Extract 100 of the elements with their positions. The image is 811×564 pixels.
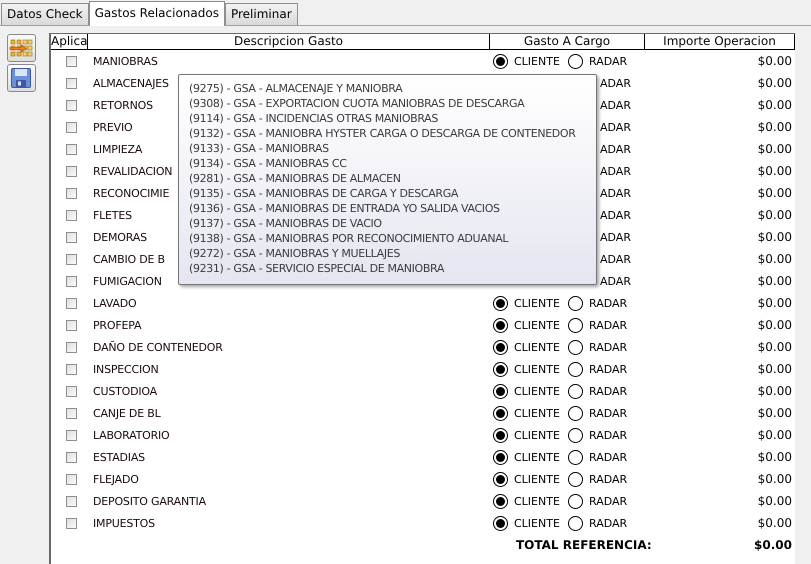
- radio-button[interactable]: [493, 54, 508, 68]
- column-header[interactable]: Aplica: [51, 34, 88, 50]
- radio-label[interactable]: CLIENTE: [514, 318, 568, 332]
- tooltip-line: (9138) - GSA - MANIOBRAS POR RECONOCIMIENTO ADUANAL: [189, 231, 508, 246]
- radio-label[interactable]: RADAR: [589, 340, 645, 354]
- checkbox[interactable]: [66, 144, 77, 154]
- checkbox[interactable]: [66, 122, 77, 132]
- table-cell: CUSTODIOA: [93, 384, 157, 398]
- checkbox[interactable]: [66, 496, 77, 506]
- tooltip-line: (9281) - GSA - MANIOBRAS DE ALMACEN: [189, 171, 401, 186]
- tab[interactable]: Gastos Relacionados: [88, 1, 225, 26]
- radio-button[interactable]: [493, 494, 508, 508]
- radio-label[interactable]: RADAR: [589, 428, 645, 442]
- radio-button[interactable]: [493, 340, 508, 354]
- radio-button[interactable]: [493, 472, 508, 486]
- checkbox[interactable]: [66, 56, 77, 66]
- radio-button[interactable]: [568, 450, 583, 464]
- table-cell-text: $0.00: [758, 296, 793, 310]
- radio-label[interactable]: CLIENTE: [514, 362, 568, 376]
- radio-label[interactable]: CLIENTE: [514, 340, 568, 354]
- checkbox[interactable]: [66, 276, 77, 286]
- radio-label[interactable]: CLIENTE: [514, 406, 568, 420]
- radio-label[interactable]: RADAR: [589, 472, 645, 486]
- tab[interactable]: Datos Check: [1, 3, 89, 25]
- checkbox[interactable]: [66, 78, 77, 88]
- table-cell-text: $0.00: [758, 76, 793, 90]
- table-cell: INSPECCION: [93, 362, 159, 376]
- radio-button[interactable]: [493, 362, 508, 376]
- table-cell: FLETES: [93, 208, 132, 222]
- radio-button[interactable]: [493, 318, 508, 332]
- tooltip-line: (9136) - GSA - MANIOBRAS DE ENTRADA YO SALIDA VACIOS: [189, 201, 500, 216]
- checkbox[interactable]: [66, 254, 77, 264]
- radio-button[interactable]: [493, 406, 508, 420]
- checkbox[interactable]: [66, 232, 77, 242]
- checkbox[interactable]: [66, 386, 77, 396]
- radio-button[interactable]: [568, 428, 583, 442]
- checkbox[interactable]: [66, 408, 77, 418]
- radio-label[interactable]: CLIENTE: [514, 494, 568, 508]
- radio-label[interactable]: CLIENTE: [514, 472, 568, 486]
- toolbar-button[interactable]: [6, 34, 36, 62]
- table-cell: PREVIO: [93, 120, 132, 134]
- radio-button[interactable]: [568, 296, 583, 310]
- checkbox[interactable]: [66, 474, 77, 484]
- checkbox[interactable]: [66, 188, 77, 198]
- table-cell-text: $0.00: [758, 472, 793, 486]
- column-header[interactable]: Descripcion Gasto: [88, 34, 490, 50]
- checkbox[interactable]: [66, 298, 77, 308]
- checkbox[interactable]: [66, 518, 77, 528]
- radio-button[interactable]: [568, 494, 583, 508]
- radio-button[interactable]: [493, 384, 508, 398]
- radio-label[interactable]: RADAR: [589, 494, 645, 508]
- checkbox[interactable]: [66, 452, 77, 462]
- radio-label[interactable]: RADAR: [589, 406, 645, 420]
- radio-button[interactable]: [568, 406, 583, 420]
- radio-label[interactable]: CLIENTE: [514, 384, 568, 398]
- table-cell-text: $0.00: [758, 208, 793, 222]
- save-button[interactable]: [6, 64, 36, 92]
- radio-button[interactable]: [568, 362, 583, 376]
- radio-label[interactable]: CLIENTE: [514, 54, 568, 68]
- column-header[interactable]: Importe Operacion: [645, 34, 795, 50]
- table-cell-text: $0.00: [758, 252, 793, 266]
- radio-label[interactable]: CLIENTE: [514, 450, 568, 464]
- tooltip-line: (9272) - GSA - MANIOBRAS Y MUELLAJES: [189, 246, 400, 261]
- radio-button[interactable]: [568, 384, 583, 398]
- radio-button[interactable]: [493, 296, 508, 310]
- radio-button[interactable]: [493, 428, 508, 442]
- save-icon: [10, 67, 32, 89]
- radio-label[interactable]: CLIENTE: [514, 428, 568, 442]
- radio-label[interactable]: RADAR: [589, 516, 645, 530]
- checkbox[interactable]: [66, 210, 77, 220]
- checkbox[interactable]: [66, 320, 77, 330]
- checkbox[interactable]: [66, 430, 77, 440]
- radio-button[interactable]: [568, 516, 583, 530]
- radio-button[interactable]: [493, 450, 508, 464]
- table-cell-text: $0.00: [758, 98, 793, 112]
- radio-label[interactable]: RADAR: [589, 362, 645, 376]
- radio-label[interactable]: RADAR: [589, 318, 645, 332]
- tooltip-line: (9137) - GSA - MANIOBRAS DE VACIO: [189, 216, 382, 231]
- checkbox[interactable]: [66, 342, 77, 352]
- radio-label[interactable]: CLIENTE: [514, 296, 568, 310]
- radio-label[interactable]: RADAR: [589, 296, 645, 310]
- radio-button[interactable]: [568, 54, 583, 68]
- radio-button[interactable]: [493, 516, 508, 530]
- radio-label[interactable]: CLIENTE: [514, 516, 568, 530]
- radio-button[interactable]: [568, 472, 583, 486]
- radio-button[interactable]: [568, 318, 583, 332]
- table-cell-text: $0.00: [758, 142, 793, 156]
- table-cell: FLEJADO: [93, 472, 139, 486]
- column-header[interactable]: Gasto A Cargo: [490, 34, 645, 50]
- table-cell: FUMIGACION: [93, 274, 162, 288]
- checkbox[interactable]: [66, 166, 77, 176]
- checkbox[interactable]: [66, 364, 77, 374]
- radio-button[interactable]: [568, 340, 583, 354]
- radio-label[interactable]: RADAR: [589, 54, 645, 68]
- table-cell-text: $0.00: [758, 494, 793, 508]
- table-cell: DEMORAS: [93, 230, 147, 244]
- radio-label[interactable]: RADAR: [589, 384, 645, 398]
- checkbox[interactable]: [66, 100, 77, 110]
- radio-label[interactable]: RADAR: [589, 450, 645, 464]
- tab[interactable]: Preliminar: [224, 3, 298, 25]
